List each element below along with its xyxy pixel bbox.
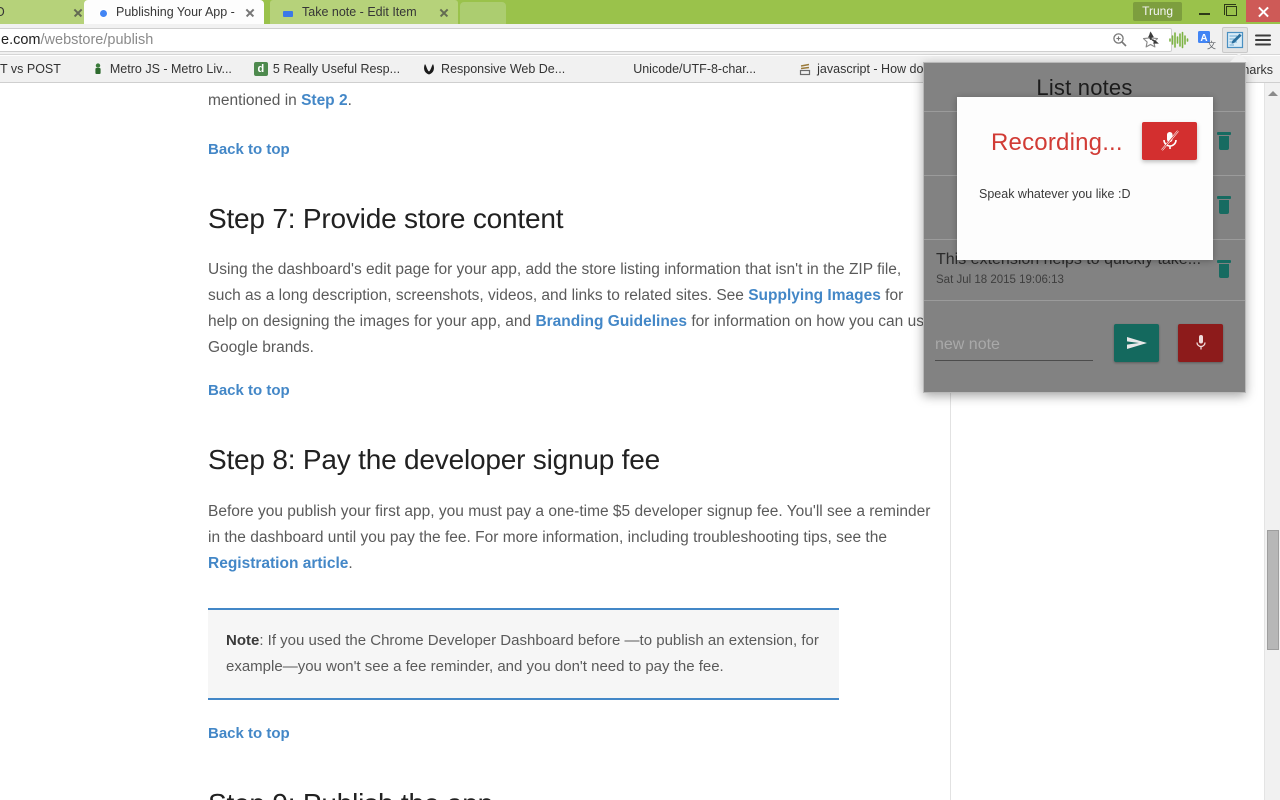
back-to-top-link[interactable]: Back to top: [208, 141, 950, 158]
tab-title: Publishing Your App - Go: [116, 5, 238, 19]
note-label: Note: [226, 632, 260, 649]
popup-arrow: [1230, 53, 1248, 62]
bookmark-item[interactable]: T vs POST: [0, 59, 68, 80]
bookmark-label: Metro JS - Metro Liv...: [109, 62, 232, 76]
new-tab-button[interactable]: [460, 2, 506, 24]
trash-icon[interactable]: [1217, 196, 1231, 214]
stack-icon: [798, 62, 812, 76]
metro-icon: [90, 62, 105, 76]
bookmark-label: Unicode/UTF-8-char...: [633, 62, 757, 76]
send-note-button[interactable]: [1114, 324, 1159, 362]
back-to-top-link[interactable]: Back to top: [208, 382, 950, 399]
heading-step-9: Step 9: Publish the app: [208, 788, 950, 800]
text-fragment: .: [348, 555, 353, 572]
chrome-menu-icon[interactable]: [1250, 27, 1276, 53]
recording-hint-text: Speak whatever you like :D: [979, 187, 1131, 201]
note-callout: Note: If you used the Chrome Developer D…: [208, 608, 839, 700]
paragraph-step2-ref: mentioned in Step 2.: [208, 88, 950, 114]
chrome-logo-icon: [94, 4, 110, 20]
minimize-button[interactable]: [1190, 0, 1218, 22]
tab-title: I/O: [0, 5, 66, 19]
link-registration-article[interactable]: Registration article: [208, 555, 348, 572]
stop-recording-button[interactable]: [1142, 122, 1197, 160]
address-bar[interactable]: e.com/webstore/publish: [0, 28, 1172, 52]
bookmark-item[interactable]: Responsive Web De...: [415, 59, 572, 80]
link-supplying-images[interactable]: Supplying Images: [748, 287, 881, 304]
text-fragment: .: [347, 92, 352, 109]
send-arrow-icon: [1126, 337, 1147, 349]
heading-step-7: Step 7: Provide store content: [208, 203, 564, 234]
tab-publishing-your-app[interactable]: Publishing Your App - Go: [84, 0, 264, 24]
translate-icon[interactable]: A 文: [1194, 27, 1220, 53]
document-column: mentioned in Step 2. Back to top Step 7:…: [208, 88, 950, 800]
bookmark-label: T vs POST: [0, 62, 61, 76]
tab-take-note[interactable]: Take note - Edit Item: [270, 0, 458, 24]
link-branding-guidelines[interactable]: Branding Guidelines: [535, 313, 687, 330]
audio-waveform-icon[interactable]: [1166, 27, 1192, 53]
url-path: /webstore/publish: [40, 32, 154, 48]
page-scrollbar[interactable]: [1264, 83, 1280, 800]
bookmark-label: 5 Really Useful Resp...: [272, 62, 401, 76]
tab-close-icon[interactable]: [242, 4, 258, 20]
paragraph-step-7: Using the dashboard's edit page for your…: [208, 257, 933, 361]
close-button[interactable]: [1246, 0, 1280, 22]
text-fragment: Before you publish your first app, you m…: [208, 503, 931, 546]
tab-close-icon[interactable]: [436, 4, 452, 20]
tab-io[interactable]: I/O: [0, 0, 92, 24]
recording-status-text: Recording...: [991, 129, 1123, 156]
note-text: : If you used the Chrome Developer Dashb…: [226, 632, 819, 675]
scroll-up-arrow-icon[interactable]: [1268, 91, 1278, 96]
recycle-icon[interactable]: [1138, 27, 1164, 53]
microphone-muted-icon: [1160, 130, 1179, 151]
d-icon: d: [253, 62, 268, 76]
url-host: e.com: [1, 32, 41, 48]
url-text: e.com/webstore/publish: [1, 32, 153, 48]
bookmark-item[interactable]: Metro JS - Metro Liv...: [84, 59, 239, 80]
bookmark-item[interactable]: Unicode/UTF-8-char...: [626, 59, 763, 80]
zoom-in-icon[interactable]: [1107, 27, 1133, 53]
scrollbar-thumb[interactable]: [1267, 530, 1279, 650]
bookmark-label: Responsive Web De...: [441, 62, 566, 76]
link-step-2[interactable]: Step 2: [301, 92, 348, 109]
browser-toolbar: e.com/webstore/publish A 文: [0, 24, 1280, 55]
appstore-logo-icon: [280, 4, 296, 20]
svg-text:文: 文: [1207, 40, 1216, 51]
new-note-input[interactable]: [935, 336, 1093, 361]
recording-modal: Recording... Speak whatever you like :D: [957, 97, 1213, 260]
take-note-icon[interactable]: [1222, 27, 1248, 53]
text-fragment: mentioned in: [208, 92, 302, 109]
bookmark-item[interactable]: d 5 Really Useful Resp...: [247, 59, 407, 80]
extension-toolbar: A 文: [1138, 27, 1276, 53]
browser-window: I/O Publishing Your App - Go Take note -…: [0, 0, 1280, 800]
tab-title: Take note - Edit Item: [302, 5, 417, 19]
wreath-icon: [422, 62, 436, 76]
bookmark-label: javascript - How do ...: [817, 62, 938, 76]
profile-button[interactable]: Trung: [1133, 2, 1182, 21]
back-to-top-link[interactable]: Back to top: [208, 725, 950, 742]
heading-step-8: Step 8: Pay the developer signup fee: [208, 444, 661, 475]
bookmark-item[interactable]: javascript - How do ...: [791, 59, 944, 80]
other-bookmarks-label: harks: [1242, 62, 1273, 77]
microphone-icon: [1195, 335, 1206, 350]
maximize-button[interactable]: [1218, 0, 1246, 22]
paragraph-step-8: Before you publish your first app, you m…: [208, 499, 933, 577]
trash-icon[interactable]: [1217, 260, 1231, 278]
trash-icon[interactable]: [1217, 132, 1231, 150]
note-timestamp: Sat Jul 18 2015 19:06:13: [936, 274, 1064, 286]
tab-strip: I/O Publishing Your App - Go Take note -…: [0, 0, 1280, 24]
record-note-button[interactable]: [1178, 324, 1223, 362]
